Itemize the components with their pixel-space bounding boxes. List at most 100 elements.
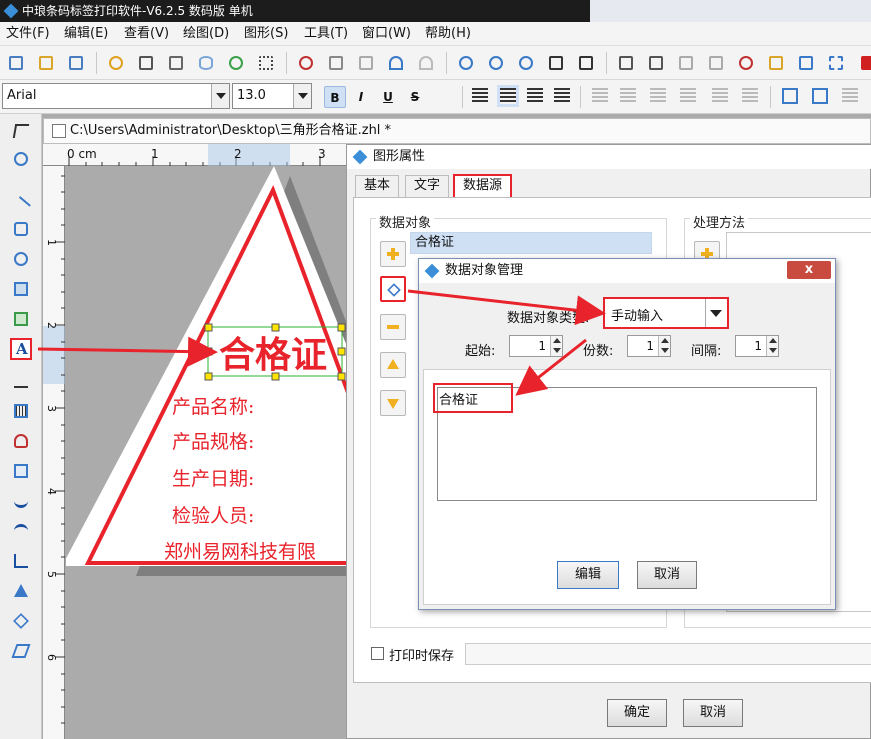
save-on-print-field[interactable] xyxy=(465,643,871,665)
label-canvas[interactable]: 合格证 产品名称: 产品规格: 生产日期: 检验人员: 郑州易网科技有限 xyxy=(66,166,356,739)
align-center-icon[interactable] xyxy=(497,85,519,107)
select-tool-icon[interactable] xyxy=(10,120,32,142)
remove-data-button[interactable] xyxy=(380,314,406,340)
edit-button[interactable]: 编辑 xyxy=(557,561,619,589)
label-line-product-spec[interactable]: 产品规格: xyxy=(172,427,254,454)
ungroup-icon[interactable] xyxy=(646,53,666,73)
underline-button[interactable]: U xyxy=(377,86,399,108)
exit-icon[interactable] xyxy=(858,53,871,73)
polyline-tool-icon[interactable] xyxy=(10,550,32,572)
curve-tool-icon[interactable] xyxy=(10,490,32,512)
move-down-button[interactable] xyxy=(380,390,406,416)
layout-icon[interactable] xyxy=(826,53,846,73)
align-objects-bottom-icon[interactable] xyxy=(742,88,758,104)
undo-icon[interactable] xyxy=(386,53,406,73)
database-link-icon[interactable] xyxy=(766,53,786,73)
label-line-production-date[interactable]: 生产日期: xyxy=(172,464,254,491)
spinner-arrows-icon[interactable] xyxy=(766,336,778,356)
label-company-text[interactable]: 郑州易网科技有限 xyxy=(164,537,316,564)
zoom-fit-icon[interactable] xyxy=(516,53,536,73)
ellipse-tool-icon[interactable] xyxy=(10,248,32,270)
document-tab[interactable]: C:\Users\Administrator\Desktop\三角形合格证.zh… xyxy=(43,118,871,144)
fit-page-icon[interactable] xyxy=(546,53,566,73)
cut-icon[interactable] xyxy=(296,53,316,73)
database-icon[interactable] xyxy=(196,53,216,73)
interval-spinner[interactable]: 1 xyxy=(735,335,779,357)
lock-icon[interactable] xyxy=(676,53,696,73)
data-type-select[interactable]: 手动输入 xyxy=(603,297,729,329)
align-justify-icon[interactable] xyxy=(554,88,570,104)
italic-button[interactable]: I xyxy=(350,86,372,108)
align-left-icon[interactable] xyxy=(472,88,488,104)
redo-icon[interactable] xyxy=(416,53,436,73)
equal-size-icon[interactable] xyxy=(842,88,858,104)
copy-icon[interactable] xyxy=(326,53,346,73)
print-icon[interactable] xyxy=(136,53,156,73)
menu-shape[interactable]: 图形(S) xyxy=(244,22,288,46)
add-data-button[interactable] xyxy=(380,241,406,267)
ok-button[interactable]: 确定 xyxy=(607,699,667,727)
distribute-h-icon[interactable] xyxy=(782,88,798,104)
font-size-select[interactable]: 13.0 xyxy=(232,83,312,109)
move-up-button[interactable] xyxy=(380,352,406,378)
new-icon[interactable] xyxy=(6,53,26,73)
picture-tool-icon[interactable] xyxy=(10,308,32,330)
image-tool-icon[interactable] xyxy=(10,278,32,300)
align-objects-left-icon[interactable] xyxy=(592,88,608,104)
menu-tools[interactable]: 工具(T) xyxy=(304,22,348,46)
menu-help[interactable]: 帮助(H) xyxy=(425,22,471,46)
tab-basic[interactable]: 基本 xyxy=(355,175,400,197)
triangle-tool-icon[interactable] xyxy=(10,580,32,602)
multiline-text-tool-icon[interactable] xyxy=(10,370,32,392)
line-tool-icon[interactable] xyxy=(10,188,32,216)
data-object-item[interactable]: 合格证 xyxy=(410,232,652,254)
paste-icon[interactable] xyxy=(356,53,376,73)
align-objects-top-icon[interactable] xyxy=(680,88,696,104)
settings-icon[interactable] xyxy=(106,53,126,73)
fit-width-icon[interactable] xyxy=(576,53,596,73)
align-objects-center-icon[interactable] xyxy=(620,88,636,104)
bold-button[interactable]: B xyxy=(324,86,346,108)
zoom-in-icon[interactable] xyxy=(456,53,476,73)
align-objects-right-icon[interactable] xyxy=(650,88,666,104)
chevron-down-icon[interactable] xyxy=(293,84,311,108)
label-line-product-name[interactable]: 产品名称: xyxy=(172,392,254,419)
font-family-select[interactable]: Arial xyxy=(2,83,230,109)
tab-text[interactable]: 文字 xyxy=(405,175,450,197)
start-spinner[interactable]: 1 xyxy=(509,335,563,357)
rotate-tool-icon[interactable] xyxy=(10,148,32,170)
save-on-print-checkbox[interactable] xyxy=(371,647,384,660)
rectangle-tool-icon[interactable] xyxy=(10,218,32,240)
print-preview-icon[interactable] xyxy=(166,53,186,73)
cancel-button[interactable]: 取消 xyxy=(637,561,697,589)
color-icon[interactable] xyxy=(226,53,246,73)
menu-window[interactable]: 窗口(W) xyxy=(362,22,411,46)
copies-spinner[interactable]: 1 xyxy=(627,335,671,357)
align-right-icon[interactable] xyxy=(527,88,543,104)
chevron-down-icon[interactable] xyxy=(211,84,229,108)
spinner-arrows-icon[interactable] xyxy=(658,336,670,356)
qrcode-tool-icon[interactable] xyxy=(10,460,32,482)
arc-tool-icon[interactable] xyxy=(10,520,32,542)
menu-edit[interactable]: 编辑(E) xyxy=(64,22,108,46)
spinner-arrows-icon[interactable] xyxy=(550,336,562,356)
label-line-inspector[interactable]: 检验人员: xyxy=(172,501,254,528)
menu-draw[interactable]: 绘图(D) xyxy=(183,22,229,46)
menu-file[interactable]: 文件(F) xyxy=(6,22,50,46)
unlock-icon[interactable] xyxy=(706,53,726,73)
label-title-text[interactable]: 合格证 xyxy=(219,326,327,378)
diamond-tool-icon[interactable] xyxy=(10,610,32,632)
grid-icon[interactable] xyxy=(256,53,276,73)
text-tool-icon[interactable]: A xyxy=(10,338,32,360)
barcode-tool-icon[interactable] xyxy=(10,400,32,422)
menu-view[interactable]: 查看(V) xyxy=(124,22,169,46)
parallelogram-tool-icon[interactable] xyxy=(10,640,32,662)
arc-text-tool-icon[interactable] xyxy=(10,430,32,452)
close-button[interactable]: x xyxy=(787,261,831,279)
tab-data-source[interactable]: 数据源 xyxy=(453,174,513,198)
cancel-button[interactable]: 取消 xyxy=(683,699,743,727)
strikethrough-button[interactable]: S xyxy=(404,86,426,108)
edit-data-button[interactable] xyxy=(380,276,406,302)
open-icon[interactable] xyxy=(36,53,56,73)
save-icon[interactable] xyxy=(66,53,86,73)
